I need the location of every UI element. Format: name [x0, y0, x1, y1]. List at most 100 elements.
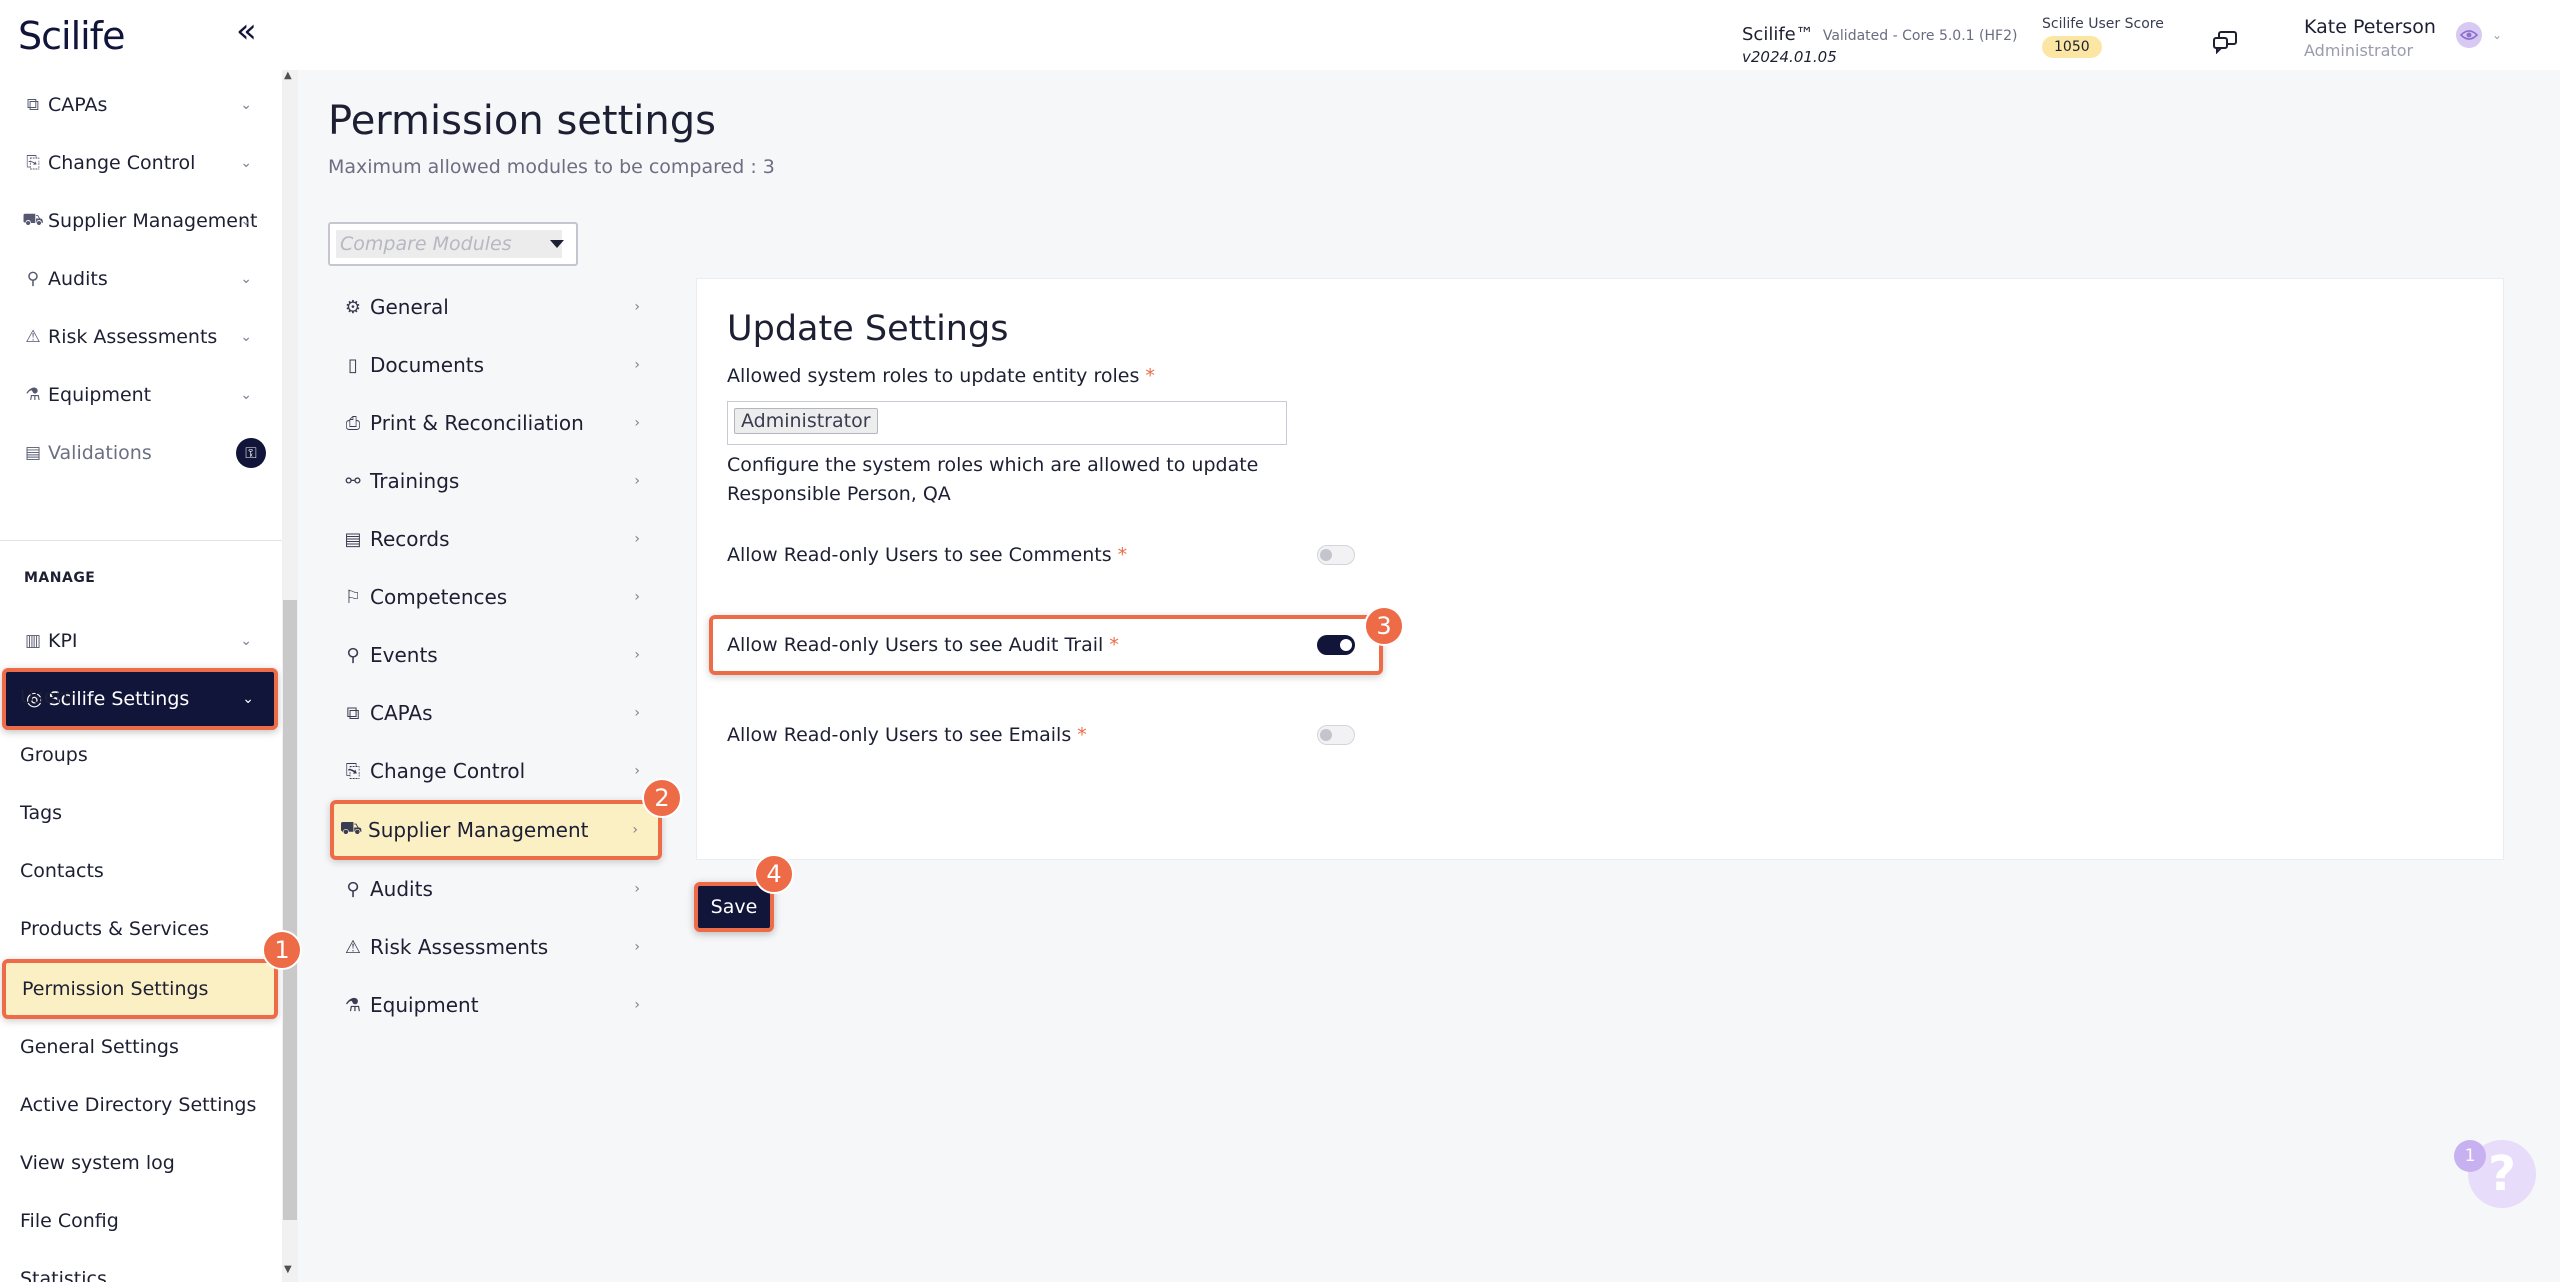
chevron-right-icon: › — [634, 357, 640, 373]
audit-icon: ⚲ — [346, 878, 360, 900]
lock-icon: ⚿ — [236, 438, 266, 468]
caret-down-icon — [550, 240, 564, 248]
sidebar-item-label: Validations — [48, 442, 152, 464]
product-status: Validated - Core 5.0.1 (HF2) — [1822, 28, 2018, 44]
section-label-manage: MANAGE — [24, 570, 96, 586]
sidebar-item-label: Equipment — [48, 384, 152, 406]
sidebar-subitem-view-system-log[interactable]: View system log — [0, 1138, 276, 1188]
comments-toggle[interactable] — [1317, 545, 1355, 565]
emails-toggle[interactable] — [1317, 725, 1355, 745]
module-item-capas[interactable]: ⧉ CAPAs › — [330, 686, 660, 740]
sidebar-subitem-statistics[interactable]: Statistics — [0, 1254, 276, 1282]
module-item-records[interactable]: ▤ Records › — [330, 512, 660, 566]
scilife-logo[interactable]: Scilife — [18, 14, 125, 58]
module-item-label: Supplier Management — [368, 818, 589, 842]
chevron-down-icon: ⌄ — [240, 633, 252, 649]
module-item-competences[interactable]: ⚐ Competences › — [330, 570, 660, 624]
score-label: Scilife User Score — [2042, 16, 2164, 32]
sidebar-item-supplier-management[interactable]: ⛟ Supplier Management ⌄ — [0, 196, 276, 246]
module-item-label: Competences — [370, 585, 508, 609]
sidebar-item-validations[interactable]: ▤ Validations ⚿ — [0, 428, 276, 478]
toggle-knob — [1320, 729, 1332, 741]
change-control-icon: ⎘ — [345, 760, 361, 782]
role-tag-administrator[interactable]: Administrator — [734, 408, 878, 434]
chevron-right-icon: › — [634, 881, 640, 897]
sidebar-subitem-file-config[interactable]: File Config — [0, 1196, 276, 1246]
roles-help-text: Configure the system roles which are all… — [727, 454, 1259, 505]
module-item-print-reconciliation[interactable]: ⎙ Print & Reconciliation › — [330, 396, 660, 450]
sidebar-subitem-users[interactable]: Users — [0, 672, 276, 722]
module-item-equipment[interactable]: ⚗ Equipment › — [330, 978, 660, 1032]
card-title: Update Settings — [727, 309, 1009, 349]
chevron-right-icon: › — [634, 763, 640, 779]
sidebar-subitem-general-settings[interactable]: General Settings — [0, 1022, 276, 1072]
warning-icon: ⚠ — [344, 936, 362, 958]
sidebar-subitem-groups[interactable]: Groups — [0, 730, 276, 780]
score-badge: 1050 — [2042, 36, 2102, 58]
sidebar-item-kpi[interactable]: ▥ KPI ⌄ — [0, 616, 276, 666]
module-item-label: General — [370, 295, 449, 319]
chat-icon[interactable] — [2212, 30, 2238, 54]
chevron-down-icon[interactable]: ⌄ — [2492, 28, 2502, 42]
module-item-events[interactable]: ⚲ Events › — [330, 628, 660, 682]
module-item-change-control[interactable]: ⎘ Change Control › — [330, 744, 660, 798]
sidebar-subitem-tags[interactable]: Tags — [0, 788, 276, 838]
chevron-right-icon: › — [632, 822, 638, 838]
competence-icon: ⚐ — [344, 586, 362, 608]
module-item-documents[interactable]: ▯ Documents › — [330, 338, 660, 392]
sidebar-scrollbar-thumb[interactable] — [283, 600, 297, 1220]
sidebar-item-audits[interactable]: ⚲ Audits ⌄ — [0, 254, 276, 304]
sidebar-subitem-contacts[interactable]: Contacts — [0, 846, 276, 896]
scroll-down-icon[interactable]: ▼ — [284, 1264, 292, 1275]
user-menu[interactable]: Kate Peterson Administrator — [2304, 16, 2436, 60]
top-bar: Scilife « Scilife™ Validated - Core 5.0.… — [0, 0, 2560, 70]
chevron-down-icon: ⌄ — [240, 329, 252, 345]
avatar[interactable] — [2456, 22, 2482, 48]
sidebar-subitem-permission-settings[interactable]: Permission Settings — [2, 959, 278, 1019]
chevron-down-icon: ⌄ — [240, 213, 252, 229]
sidebar-subitem-active-directory-settings[interactable]: Active Directory Settings — [0, 1080, 276, 1130]
sidebar-item-change-control[interactable]: ⎘ Change Control ⌄ — [0, 138, 276, 188]
bar-chart-icon: ▥ — [24, 631, 42, 651]
pin-icon: ⚲ — [346, 644, 360, 666]
chevron-right-icon: › — [634, 589, 640, 605]
warning-icon: ⚠ — [25, 327, 41, 347]
dumbbell-icon: ⚯ — [345, 470, 361, 492]
sidebar-item-label: KPI — [48, 630, 78, 652]
sidebar-item-risk-assessments[interactable]: ⚠ Risk Assessments ⌄ — [0, 312, 276, 362]
audit-trail-toggle[interactable] — [1317, 635, 1355, 655]
setting-row-comments: Allow Read-only Users to see Comments * — [727, 535, 1367, 575]
eye-icon — [2460, 30, 2478, 40]
setting-row-emails: Allow Read-only Users to see Emails * — [727, 715, 1367, 755]
step-marker-4: 4 — [754, 854, 794, 894]
page-subtitle: Maximum allowed modules to be compared :… — [328, 156, 775, 178]
sidebar-subitem-products-services[interactable]: Products & Services — [0, 904, 276, 954]
chevron-right-icon: › — [634, 647, 640, 663]
user-name: Kate Peterson — [2304, 16, 2436, 38]
scroll-up-icon[interactable]: ▲ — [284, 70, 292, 81]
printer-icon: ⎙ — [345, 412, 361, 434]
module-item-supplier-management[interactable]: ⛟ Supplier Management › — [330, 800, 662, 860]
user-score: Scilife User Score 1050 — [2042, 16, 2164, 58]
module-item-label: Audits — [370, 877, 433, 901]
collapse-sidebar-icon[interactable]: « — [236, 14, 266, 50]
module-item-audits[interactable]: ⚲ Audits › — [330, 862, 660, 916]
required-marker: * — [1109, 634, 1119, 656]
sidebar-item-equipment[interactable]: ⚗ Equipment ⌄ — [0, 370, 276, 420]
chevron-down-icon: ⌄ — [240, 271, 252, 287]
chevron-right-icon: › — [634, 705, 640, 721]
product-name: Scilife™ — [1742, 24, 1814, 45]
page-title: Permission settings — [328, 98, 716, 144]
module-item-risk-assessments[interactable]: ⚠ Risk Assessments › — [330, 920, 660, 974]
document-icon: ▯ — [348, 354, 358, 376]
sidebar-item-label: Change Control — [48, 152, 196, 174]
roles-tag-input[interactable]: Administrator — [727, 401, 1287, 445]
change-control-icon: ⎘ — [26, 153, 40, 173]
compare-modules-select[interactable]: Compare Modules — [328, 222, 578, 266]
module-item-trainings[interactable]: ⚯ Trainings › — [330, 454, 660, 508]
module-item-general[interactable]: ⚙ General › — [330, 280, 660, 334]
sidebar-item-capas[interactable]: ⧉ CAPAs ⌄ — [0, 80, 276, 130]
module-item-label: Trainings — [370, 469, 460, 493]
setting-label: Allow Read-only Users to see Emails — [727, 724, 1072, 746]
module-item-label: Risk Assessments — [370, 935, 549, 959]
